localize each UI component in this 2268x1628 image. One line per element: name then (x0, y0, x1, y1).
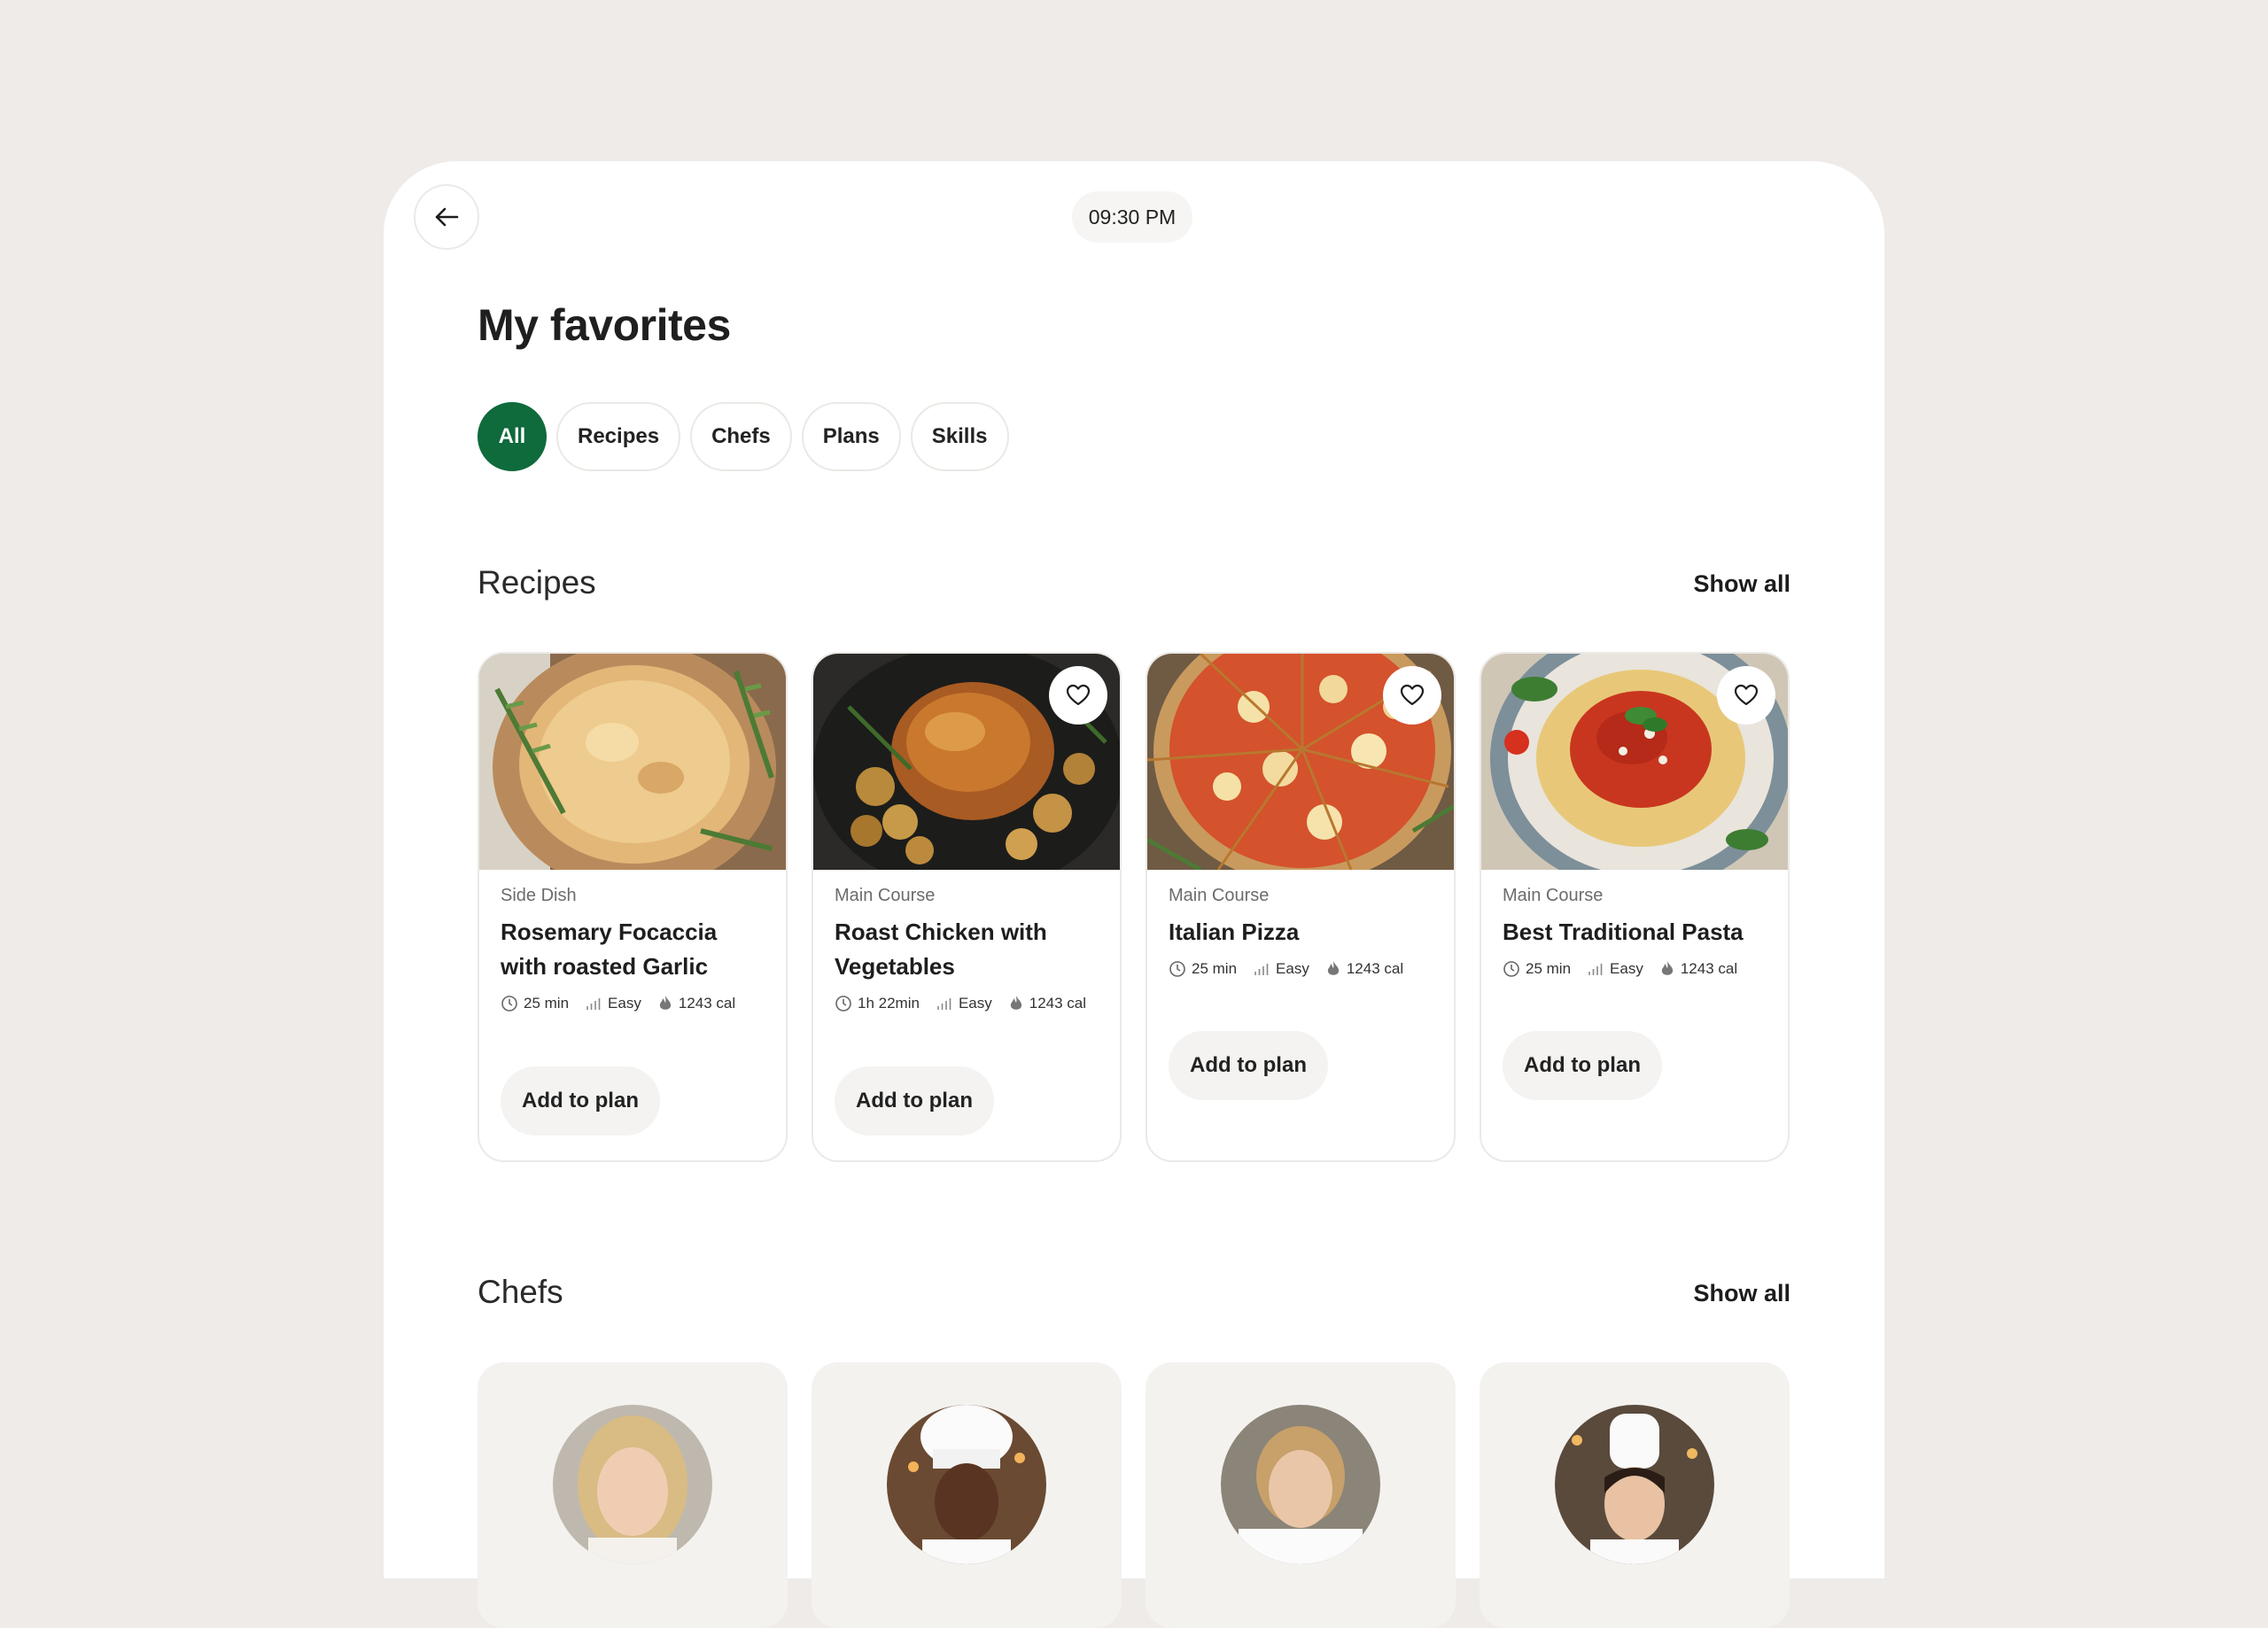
recipe-card[interactable]: Side Dish Rosemary Focaccia with roasted… (478, 652, 788, 1162)
bar-chart-icon (1588, 964, 1603, 975)
recipe-difficulty-label: Easy (1610, 960, 1643, 977)
chef-avatar (553, 1405, 712, 1564)
recipe-difficulty: Easy (936, 995, 992, 1012)
recipe-time: 25 min (1169, 960, 1237, 978)
back-button[interactable] (414, 184, 479, 250)
recipe-difficulty-label: Easy (958, 995, 992, 1012)
recipe-difficulty: Easy (1587, 960, 1643, 978)
flame-icon (659, 996, 671, 1010)
heart-icon (1066, 684, 1091, 706)
recipe-info: Main Course Best Traditional Pasta 25 mi… (1503, 886, 1770, 978)
arrow-left-icon (435, 207, 459, 227)
recipe-card[interactable]: Main Course Roast Chicken with Vegetable… (812, 652, 1122, 1162)
recipe-calories: 1243 cal (1325, 960, 1403, 978)
recipe-meta: 1h 22min Easy 1243 cal (835, 995, 1102, 1012)
recipe-category: Main Course (1503, 886, 1604, 905)
recipe-calories: 1243 cal (657, 995, 735, 1012)
clock-icon (1503, 961, 1519, 977)
chef-card[interactable] (812, 1362, 1122, 1628)
bar-chart-icon (937, 998, 951, 1010)
recipe-time: 1h 22min (835, 995, 920, 1012)
chef-card[interactable] (1480, 1362, 1790, 1628)
recipe-card[interactable]: Main Course Best Traditional Pasta 25 mi… (1480, 652, 1790, 1162)
recipe-meta: 25 min Easy 1243 cal (501, 995, 768, 1012)
recipe-category: Main Course (835, 886, 936, 905)
recipe-calories-label: 1243 cal (1346, 960, 1404, 977)
flame-icon (1661, 961, 1673, 975)
recipe-info: Side Dish Rosemary Focaccia with roasted… (501, 886, 768, 1012)
recipe-time-label: 25 min (524, 995, 570, 1012)
status-time: 09:30 PM (1072, 191, 1192, 243)
recipe-calories-label: 1243 cal (678, 995, 736, 1012)
recipe-card[interactable]: Main Course Italian Pizza 25 min Easy 12… (1146, 652, 1456, 1162)
recipe-info: Main Course Italian Pizza 25 min Easy 12… (1169, 886, 1436, 978)
add-to-plan-button[interactable]: Add to plan (1503, 1031, 1662, 1100)
chef-avatar (1221, 1405, 1380, 1564)
clock-icon (835, 996, 851, 1012)
device-screen: 09:30 PM My favorites All Recipes Chefs … (384, 161, 1884, 1628)
chef-avatar (1555, 1405, 1714, 1564)
chef-card[interactable] (478, 1362, 788, 1628)
recipe-category: Side Dish (501, 886, 577, 905)
recipe-difficulty-label: Easy (608, 995, 641, 1012)
recipe-cards: Side Dish Rosemary Focaccia with roasted… (478, 652, 1790, 1162)
recipe-time: 25 min (501, 995, 569, 1012)
recipe-info: Main Course Roast Chicken with Vegetable… (835, 886, 1102, 1012)
filter-chip-plans[interactable]: Plans (801, 402, 901, 471)
recipe-difficulty-label: Easy (1276, 960, 1309, 977)
add-to-plan-button[interactable]: Add to plan (835, 1066, 994, 1136)
recipe-title: Roast Chicken with Vegetables (835, 919, 1047, 980)
recipe-difficulty: Easy (585, 995, 641, 1012)
recipe-difficulty: Easy (1253, 960, 1309, 978)
heart-icon (1734, 684, 1759, 706)
favorite-button[interactable] (1383, 666, 1441, 725)
recipes-show-all-link[interactable]: Show all (1693, 570, 1790, 598)
recipe-image (479, 654, 786, 870)
chefs-show-all-link[interactable]: Show all (1693, 1280, 1790, 1307)
chef-avatar (887, 1405, 1046, 1564)
recipe-meta: 25 min Easy 1243 cal (1169, 960, 1436, 978)
flame-icon (1327, 961, 1339, 975)
recipe-category: Main Course (1169, 886, 1270, 905)
favorite-button[interactable] (1049, 666, 1107, 725)
recipe-calories: 1243 cal (1659, 960, 1737, 978)
recipe-time-label: 25 min (1192, 960, 1238, 977)
recipe-meta: 25 min Easy 1243 cal (1503, 960, 1770, 978)
clock-icon (1169, 961, 1185, 977)
recipe-time-label: 1h 22min (858, 995, 920, 1012)
recipe-time: 25 min (1503, 960, 1571, 978)
filter-chips: All Recipes Chefs Plans Skills (478, 402, 1009, 471)
favorite-button[interactable] (1717, 666, 1775, 725)
flame-icon (1010, 996, 1021, 1010)
recipes-section-title: Recipes (478, 564, 596, 601)
bar-chart-icon (1254, 964, 1269, 975)
recipe-title: Italian Pizza (1169, 919, 1300, 945)
recipe-title: Rosemary Focaccia with roasted Garlic (501, 919, 718, 980)
chefs-section-title: Chefs (478, 1274, 563, 1310)
bar-chart-icon (586, 998, 601, 1010)
page-title: My favorites (478, 300, 731, 350)
filter-chip-all[interactable]: All (478, 402, 547, 471)
recipe-calories-label: 1243 cal (1029, 995, 1087, 1012)
clock-icon (501, 996, 517, 1012)
filter-chip-recipes[interactable]: Recipes (556, 402, 681, 471)
filter-chip-chefs[interactable]: Chefs (690, 402, 792, 471)
recipe-calories-label: 1243 cal (1680, 960, 1738, 977)
recipe-calories: 1243 cal (1008, 995, 1086, 1012)
chef-cards (478, 1362, 1790, 1628)
filter-chip-skills[interactable]: Skills (910, 402, 1009, 471)
heart-icon (1400, 684, 1425, 706)
add-to-plan-button[interactable]: Add to plan (501, 1066, 660, 1136)
recipe-time-label: 25 min (1526, 960, 1572, 977)
recipe-title: Best Traditional Pasta (1503, 919, 1744, 945)
add-to-plan-button[interactable]: Add to plan (1169, 1031, 1328, 1100)
chef-card[interactable] (1146, 1362, 1456, 1628)
